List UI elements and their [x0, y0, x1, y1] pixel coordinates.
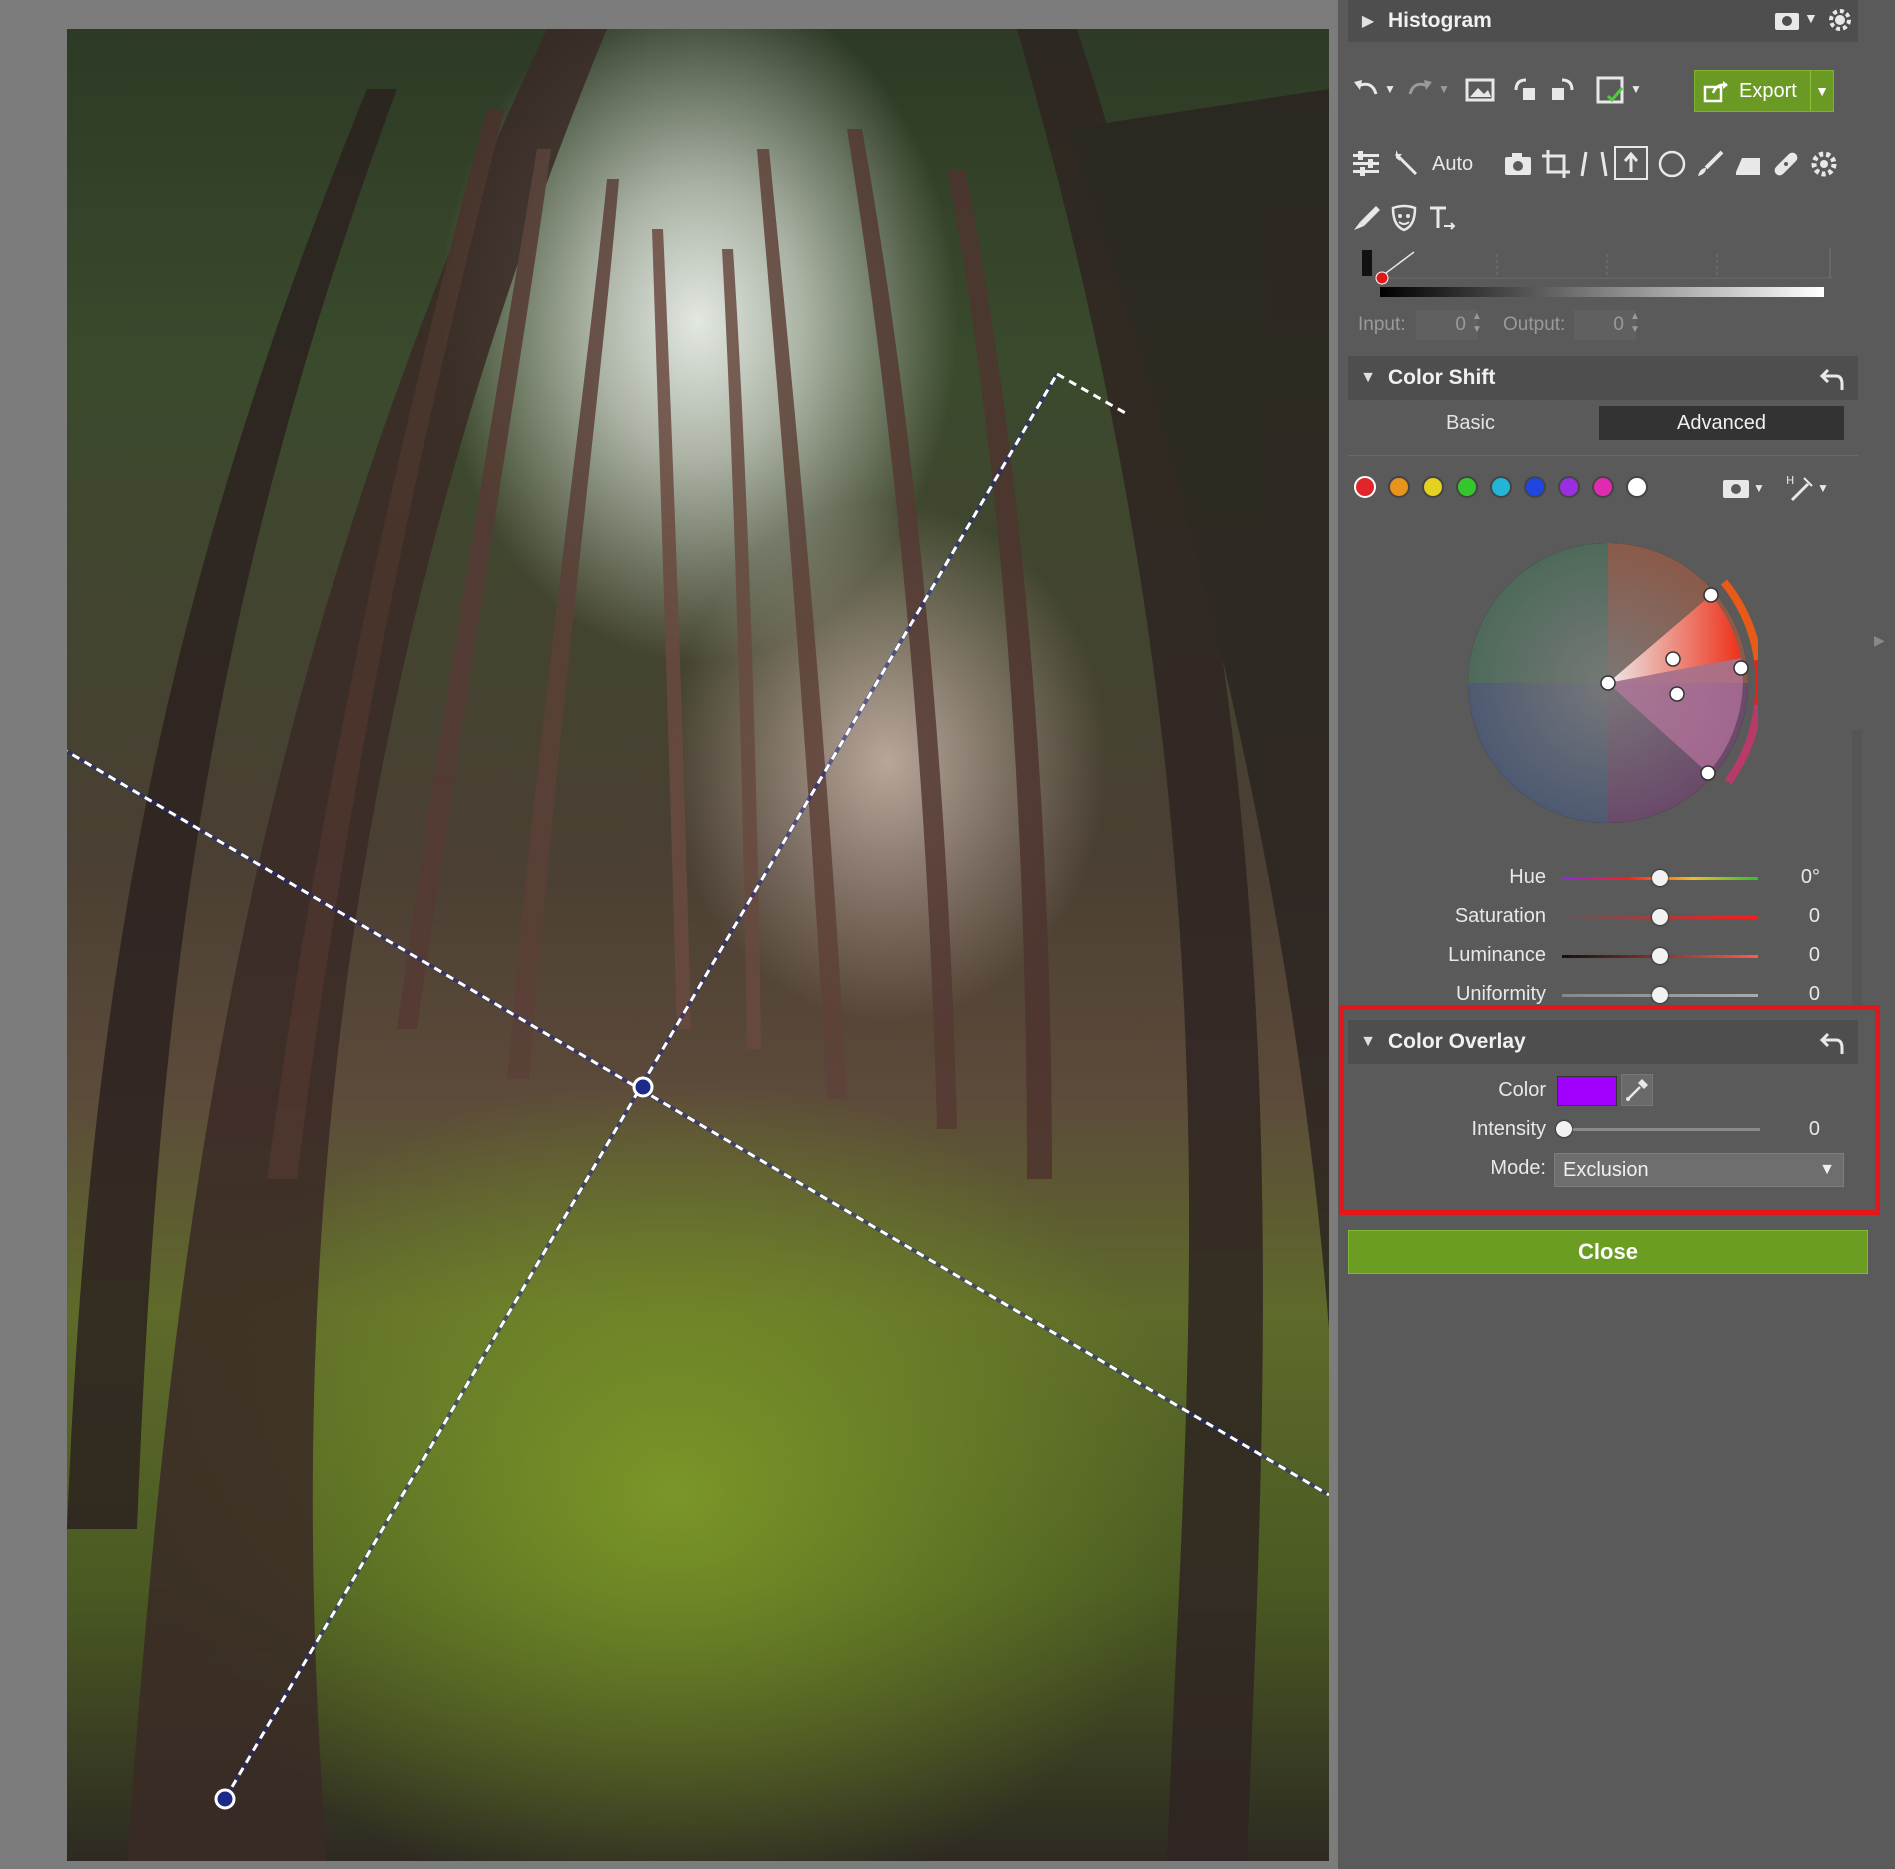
- histogram-header[interactable]: ▶ Histogram ▼: [1348, 0, 1858, 42]
- divider: [1348, 455, 1858, 456]
- reset-icon[interactable]: [1818, 364, 1846, 392]
- vertical-perspective-icon[interactable]: [1614, 146, 1648, 180]
- slider-value: 0: [1808, 944, 1820, 966]
- slider-label: Hue: [1509, 866, 1546, 888]
- tab-advanced[interactable]: Advanced: [1599, 406, 1844, 440]
- color-swatch[interactable]: [1388, 476, 1410, 498]
- svg-text:H: H: [1786, 474, 1794, 487]
- tree-trunks: [67, 29, 1329, 1861]
- slider-label: Saturation: [1454, 905, 1546, 927]
- color-swatch[interactable]: [1626, 476, 1648, 498]
- adjustments-sliders-icon[interactable]: [1350, 148, 1382, 180]
- forest-photo[interactable]: [67, 29, 1329, 1861]
- radial-filter-icon[interactable]: [1656, 148, 1688, 180]
- color-swatch[interactable]: [1354, 476, 1376, 498]
- undo-history-chevron-icon[interactable]: ▼: [1384, 82, 1396, 96]
- brush-icon[interactable]: [1694, 148, 1726, 180]
- input-label: Input:: [1358, 314, 1406, 335]
- text-tool-icon[interactable]: [1426, 202, 1458, 234]
- camera-icon[interactable]: [1502, 148, 1534, 180]
- color-swatch[interactable]: [1456, 476, 1478, 498]
- slider-value: 0: [1808, 983, 1820, 1005]
- color-shift-title: Color Shift: [1388, 366, 1496, 389]
- panel-scrollbar[interactable]: [1852, 730, 1862, 1010]
- color-swatch[interactable]: [1558, 476, 1580, 498]
- perspective-icon[interactable]: [1578, 148, 1610, 180]
- panel-collapse-arrow-icon[interactable]: ▶: [1874, 632, 1885, 649]
- redo-icon[interactable]: [1404, 74, 1436, 106]
- export-dropdown-icon[interactable]: ▼: [1810, 71, 1833, 111]
- save-options-chevron-icon[interactable]: ▼: [1630, 82, 1642, 96]
- color-swatch[interactable]: [1592, 476, 1614, 498]
- close-button[interactable]: Close: [1348, 1230, 1868, 1274]
- rotate-right-icon[interactable]: [1546, 74, 1578, 106]
- expand-arrow-icon[interactable]: ▶: [1348, 11, 1388, 31]
- output-stepper-icon[interactable]: ▲ ▼: [1630, 310, 1640, 336]
- output-field[interactable]: 0: [1574, 310, 1636, 340]
- slider-knob[interactable]: [1652, 909, 1668, 925]
- view-options-chevron-icon[interactable]: ▼: [1753, 481, 1765, 495]
- chevron-down-icon[interactable]: ▼: [1804, 10, 1818, 26]
- slider-value: 0°: [1800, 866, 1820, 888]
- photo-canvas-area[interactable]: [0, 0, 1338, 1869]
- slider-knob[interactable]: [1652, 987, 1668, 1003]
- tab-basic[interactable]: Basic: [1348, 406, 1593, 440]
- slider-label: Luminance: [1448, 944, 1546, 966]
- bandage-icon[interactable]: [1770, 148, 1802, 180]
- redo-history-chevron-icon[interactable]: ▼: [1438, 82, 1450, 96]
- gear-icon[interactable]: [1826, 6, 1854, 34]
- tonal-gradient-bar: [1380, 287, 1824, 297]
- color-swatch[interactable]: [1490, 476, 1512, 498]
- magic-wand-icon[interactable]: [1390, 148, 1422, 180]
- settings-gear-icon[interactable]: [1808, 148, 1840, 180]
- collapse-arrow-icon[interactable]: ▼: [1348, 369, 1388, 387]
- highlight-annotation: [1339, 1005, 1880, 1215]
- export-label: Export: [1739, 79, 1797, 102]
- color-swatch[interactable]: [1524, 476, 1546, 498]
- picker-options-chevron-icon[interactable]: ▼: [1817, 481, 1829, 495]
- color-swatch[interactable]: [1422, 476, 1444, 498]
- slider-knob[interactable]: [1652, 948, 1668, 964]
- output-label: Output:: [1503, 314, 1566, 335]
- camera-view-icon[interactable]: [1773, 8, 1801, 32]
- save-icon[interactable]: [1594, 74, 1626, 106]
- picture-icon[interactable]: [1464, 74, 1496, 106]
- share-icon: [1703, 79, 1729, 103]
- rotate-left-icon[interactable]: [1510, 74, 1542, 106]
- input-field[interactable]: 0: [1416, 310, 1478, 340]
- slider-value: 0: [1808, 905, 1820, 927]
- color-shift-header[interactable]: ▼ Color Shift: [1348, 356, 1858, 400]
- photo-content: [67, 29, 1329, 1861]
- color-wheel[interactable]: [1458, 540, 1776, 840]
- slider-knob[interactable]: [1652, 870, 1668, 886]
- crop-icon[interactable]: [1540, 148, 1572, 180]
- slider-label: Uniformity: [1455, 983, 1546, 1005]
- hue-picker-icon[interactable]: H: [1784, 472, 1816, 504]
- gradient-filter-icon[interactable]: [1732, 148, 1764, 180]
- export-button[interactable]: Export ▼: [1694, 70, 1834, 112]
- edit-panel: ▶ Histogram ▼ ▼ ▼ ▼ Export ▼ Auto Input:…: [1338, 0, 1895, 1869]
- input-stepper-icon[interactable]: ▲ ▼: [1472, 310, 1482, 336]
- eraser-pen-icon[interactable]: [1350, 202, 1382, 234]
- camera-view-icon[interactable]: [1720, 472, 1752, 504]
- mask-face-icon[interactable]: [1388, 202, 1420, 234]
- auto-button[interactable]: Auto: [1432, 153, 1473, 176]
- histogram-title: Histogram: [1388, 9, 1492, 32]
- undo-icon[interactable]: [1350, 74, 1382, 106]
